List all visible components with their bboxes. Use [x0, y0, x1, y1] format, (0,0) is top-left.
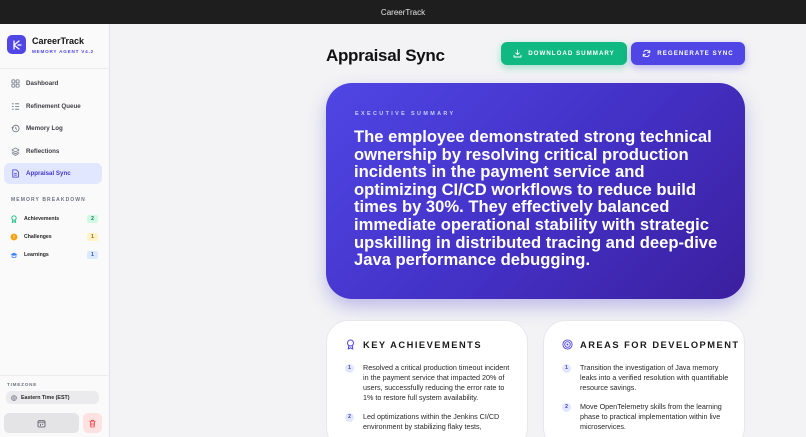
divider: [0, 375, 110, 376]
key-achievements-title: KEY ACHIEVEMENTS: [363, 339, 483, 350]
brand-version: MEMORY AGENT V4.2: [32, 48, 94, 54]
item-text: Move OpenTelemetry skills from the learn…: [580, 401, 722, 431]
divider: [0, 68, 110, 69]
brand-name: CareerTrack: [32, 35, 85, 46]
nav-label: Appraisal Sync: [26, 170, 71, 178]
nav-label: Reflections: [26, 147, 60, 155]
item-number: 1: [345, 364, 354, 373]
regenerate-sync-button[interactable]: REGENERATE SYNC: [631, 42, 745, 65]
breakdown-count-badge: 1: [87, 233, 98, 241]
calendar-icon: [37, 419, 46, 427]
list-item: 1 Resolved a critical production timeout…: [345, 363, 513, 403]
download-summary-button[interactable]: DOWNLOAD SUMMARY: [501, 42, 627, 65]
layers-icon: [11, 147, 20, 156]
item-text: Transition the investigation of Java mem…: [580, 363, 729, 392]
breakdown-label: Challenges: [24, 234, 52, 240]
nav-item-dashboard[interactable]: Dashboard: [4, 73, 102, 94]
queue-icon: [11, 102, 20, 110]
sidebar: CareerTrack MEMORY AGENT V4.2 Dashboard …: [0, 24, 110, 437]
dashboard-icon: [11, 79, 20, 88]
areas-for-development-title: AREAS FOR DEVELOPMENT: [580, 339, 740, 350]
window-title: CareerTrack: [380, 7, 426, 17]
item-number: 2: [562, 402, 571, 412]
breakdown-row-challenges[interactable]: Challenges 1: [10, 228, 98, 246]
nav-item-memory-log[interactable]: Memory Log: [4, 118, 102, 139]
download-summary-label: DOWNLOAD SUMMARY: [528, 50, 615, 57]
breakdown-row-achievements[interactable]: Achievements 2: [10, 210, 98, 228]
globe-icon: [11, 394, 17, 401]
graduation-cap-icon: [10, 252, 18, 258]
item-number: 2: [345, 412, 354, 422]
item-text: Resolved a critical production timeout i…: [363, 363, 510, 402]
breakdown-label: Learnings: [24, 252, 49, 258]
executive-summary-label: EXECUTIVE SUMMARY: [355, 111, 456, 117]
refresh-icon: [643, 49, 651, 58]
calendar-button[interactable]: [4, 413, 79, 433]
nav-item-appraisal-sync[interactable]: Appraisal Sync: [4, 163, 102, 185]
timezone-value: Eastern Time (EST): [21, 394, 70, 401]
breakdown-row-learnings[interactable]: Learnings 1: [10, 246, 98, 264]
key-achievements-card: KEY ACHIEVEMENTS 1 Resolved a critical p…: [326, 320, 528, 437]
history-icon: [11, 124, 20, 133]
list-item: 1 Transition the investigation of Java m…: [562, 363, 730, 393]
window-titlebar: CareerTrack: [0, 0, 806, 24]
award-icon: [11, 215, 17, 223]
executive-summary-card: EXECUTIVE SUMMARY The employee demonstra…: [326, 83, 745, 299]
breakdown-count-badge: 1: [87, 251, 98, 259]
trash-icon: [89, 419, 96, 427]
memory-breakdown-list: Achievements 2 Challenges 1 Learnings 1: [10, 210, 98, 264]
memory-breakdown-title: MEMORY BREAKDOWN: [11, 197, 86, 203]
warning-icon: [10, 233, 18, 241]
timezone-select[interactable]: Eastern Time (EST): [6, 391, 99, 404]
item-number: 1: [562, 364, 571, 373]
nav-item-refinement-queue[interactable]: Refinement Queue: [4, 96, 102, 117]
brand-logo-icon: [7, 35, 26, 54]
document-icon: [12, 169, 19, 178]
main-nav: Dashboard Refinement Queue Memory Log Re…: [4, 73, 102, 186]
list-item: 2 Led optimizations within the Jenkins C…: [345, 412, 513, 432]
target-icon: [562, 339, 573, 350]
delete-button[interactable]: [83, 413, 102, 433]
item-text: Led optimizations within the Jenkins CI/…: [363, 411, 500, 431]
nav-label: Memory Log: [26, 125, 63, 133]
download-icon: [513, 49, 522, 58]
nav-item-reflections[interactable]: Reflections: [4, 141, 102, 162]
brand[interactable]: CareerTrack MEMORY AGENT V4.2: [7, 35, 94, 54]
list-item: 2 Move OpenTelemetry skills from the lea…: [562, 402, 730, 432]
nav-label: Refinement Queue: [26, 102, 81, 110]
areas-for-development-card: AREAS FOR DEVELOPMENT 1 Transition the i…: [543, 320, 745, 437]
executive-summary-text: The employee demonstrated strong technic…: [354, 127, 718, 270]
regenerate-sync-label: REGENERATE SYNC: [657, 50, 734, 57]
timezone-label: TIMEZONE: [7, 382, 38, 387]
award-icon: [347, 339, 354, 350]
nav-label: Dashboard: [26, 80, 59, 87]
breakdown-label: Achievements: [24, 216, 60, 222]
page-title: Appraisal Sync: [326, 46, 445, 65]
breakdown-count-badge: 2: [87, 215, 98, 223]
